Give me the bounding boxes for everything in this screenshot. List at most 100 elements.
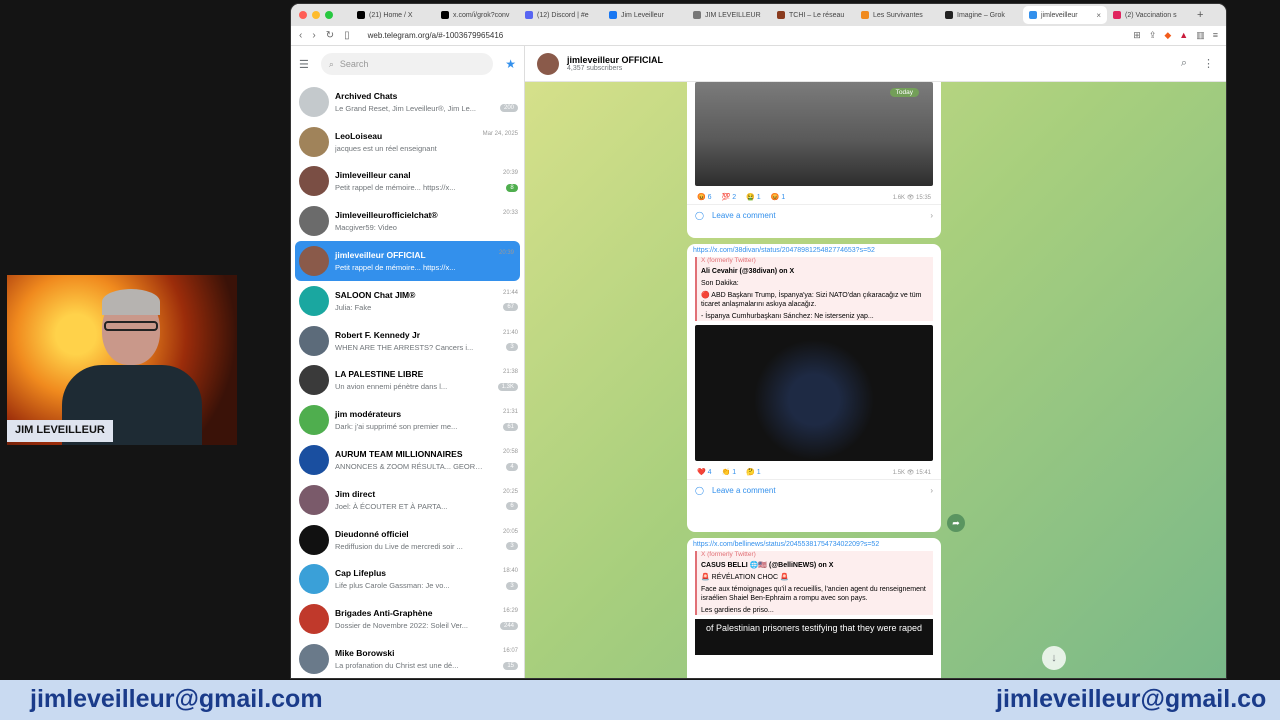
post-meta: 1.5K 👁 15:41 (892, 469, 931, 476)
link-preview[interactable]: X (formerly Twitter) CASUS BELLI 🌐🇺🇸 (@B… (695, 551, 933, 616)
link-preview[interactable]: X (formerly Twitter) Ali Cevahir (@38div… (695, 257, 933, 322)
maximize-window-button[interactable] (325, 11, 333, 19)
leave-comment-button[interactable]: ◯ Leave a comment › (687, 204, 941, 226)
reaction-chip[interactable]: 😡 1 (771, 193, 786, 201)
address-bar: ‹ › ↻ ▯ web.telegram.org/a/#-10036799654… (291, 26, 1226, 46)
reload-icon[interactable]: ↻ (326, 30, 334, 41)
chat-time: 20:39 (498, 250, 514, 257)
share-icon[interactable]: ⇪ (1149, 30, 1157, 41)
reaction-chip[interactable]: 👏 1 (722, 468, 737, 476)
browser-tab[interactable]: (21) Home / X (351, 6, 435, 24)
chat-list-item[interactable]: SALOON Chat JIM® 21:44 Julia: Fake 67 (291, 281, 524, 321)
channel-header[interactable]: jimleveilleur OFFICIAL 4,357 subscribers… (525, 46, 1226, 82)
chat-list-item[interactable]: LeoLoiseau Mar 24, 2025 jacques est un rée… (291, 122, 524, 162)
more-options-icon[interactable]: ⋮ (1203, 57, 1214, 70)
chat-list-item[interactable]: Archived Chats Le Grand Reset, Jim Leveil… (291, 82, 524, 122)
preview-line: 🔴 ABD Başkanı Trump, İspanya'ya: Sizi NA… (701, 292, 922, 309)
sidebar-toggle-icon[interactable]: ▥ (1196, 30, 1205, 41)
minimize-window-button[interactable] (312, 11, 320, 19)
browser-tab[interactable]: JIM LEVEILLEUR (687, 6, 771, 24)
hamburger-menu-icon[interactable]: ☰ (299, 58, 309, 71)
chat-avatar (299, 285, 329, 316)
browser-tab[interactable]: Jim Leveilleur (603, 6, 687, 24)
unread-badge: 4 (506, 462, 518, 471)
browser-tab[interactable]: (2) Vaccination s (1107, 6, 1191, 24)
scroll-down-icon[interactable]: ↓ (1042, 646, 1066, 670)
chat-preview: La profanation du Christ est une dé... (335, 661, 459, 671)
chat-list-item[interactable]: Cap Lifeplus 18:40 Life plus Carole Gassma… (291, 560, 524, 600)
chat-list-item[interactable]: Robert F. Kennedy Jr 21:40 WHEN ARE THE AR… (291, 321, 524, 361)
search-input[interactable]: ⌕ Search (320, 53, 494, 75)
chat-avatar (299, 604, 329, 635)
forward-icon[interactable]: › (312, 30, 315, 41)
comment-label: Leave a comment (711, 486, 776, 496)
menu-icon[interactable]: ≡ (1213, 30, 1218, 41)
close-window-button[interactable] (299, 11, 307, 19)
chat-avatar (299, 166, 329, 197)
chat-name: jimleveilleur OFFICIAL (335, 250, 426, 261)
rewards-icon[interactable]: ▲ (1179, 30, 1188, 41)
chat-list-item[interactable]: Mike Borowski 16:07 La profanation du Chri… (291, 639, 524, 678)
comment-icon: ◯ (695, 211, 704, 220)
post-link[interactable]: https://x.com/bellinews/status/204553817… (687, 538, 941, 548)
browser-tab[interactable]: Les Survivantes (855, 6, 939, 24)
chat-list-item[interactable]: Jimleveilleur canal 20:39 Petit rappel de … (291, 162, 524, 202)
chat-list-item[interactable]: jim modérateurs 21:31 Dark: j'ai supprimé … (291, 400, 524, 440)
chat-avatar (299, 564, 329, 595)
browser-tab[interactable]: jimleveilleur × (1023, 6, 1107, 24)
post-link[interactable]: https://x.com/38divan/status/20478981254… (687, 244, 941, 254)
chat-preview: Dossier de Novembre 2022: Soleil Ver... (335, 621, 468, 631)
leave-comment-button[interactable]: ◯ Leave a comment › (687, 479, 941, 501)
preview-line: Les gardiens de priso... (701, 607, 774, 615)
banner-email-left: jimleveilleur@gmail.com (30, 685, 323, 713)
window-controls (299, 11, 333, 19)
chat-list-item[interactable]: Dieudonné officiel 20:05 Rediffusion du Li… (291, 520, 524, 560)
chat-avatar (299, 445, 329, 476)
reaction-chip[interactable]: 🤮 1 (746, 193, 761, 201)
bookmark-icon[interactable]: ▯ (344, 30, 350, 41)
reaction-chip[interactable]: 😡 6 (697, 193, 712, 201)
close-tab-icon[interactable]: × (1096, 11, 1101, 20)
reaction-chip[interactable]: 💯 2 (722, 193, 737, 201)
post-image-photo[interactable] (695, 325, 933, 462)
browser-tab[interactable]: Imagine – Grok (939, 6, 1023, 24)
forward-icon[interactable]: ➦ (947, 514, 965, 532)
chat-preview: Petit rappel de mémoire... https://x... (335, 263, 456, 273)
chat-time: 20:33 (502, 210, 518, 217)
chat-preview: ANNONCES & ZOOM RÉSULTA... GEORGIO: !!!!… (335, 462, 485, 472)
chat-list-item[interactable]: jimleveilleur OFFICIAL 20:39 Petit rappel … (295, 241, 520, 281)
stream-canvas: (21) Home / X x.com/i/grok?conv (12) Disco… (0, 0, 1280, 720)
url-field[interactable]: web.telegram.org/a/#-1003679965416 (368, 31, 928, 40)
tab-favicon-icon (777, 11, 785, 19)
extensions-icon[interactable]: ⊞ (1133, 30, 1141, 41)
chat-list-item[interactable]: Jimleveilleurofficielchat® 20:33 Macgiver5… (291, 201, 524, 241)
chat-list-item[interactable]: Brigades Anti-Graphène 16:29 Dossier de No… (291, 599, 524, 639)
chat-list-item[interactable]: LA PALESTINE LIBRE 21:38 Un avion ennemi p… (291, 361, 524, 401)
chat-list-item[interactable]: AURUM TEAM MILLIONNAIRES 20:58 ANNONCES & … (291, 440, 524, 480)
browser-tab[interactable]: TCHI – Le réseau (771, 6, 855, 24)
chat-preview: jacques est un réel enseignant (335, 143, 437, 153)
browser-toolbar: ⊞ ⇪ ◆ ▲ ▥ ≡ (1133, 30, 1218, 41)
chat-list-item[interactable]: Jim direct 20:25 Joel: À ÉCOUTER ET À PART… (291, 480, 524, 520)
channel-avatar[interactable] (537, 52, 559, 75)
channel-title: jimleveilleur OFFICIAL (567, 55, 664, 65)
browser-tab[interactable]: (12) Discord | #e (519, 6, 603, 24)
video-thumbnail[interactable]: of Palestinian prisoners testifying that… (695, 619, 933, 656)
post-image-industrial[interactable]: Today (695, 82, 933, 186)
tab-favicon-icon (357, 11, 365, 19)
reaction-chip[interactable]: 🤔 1 (746, 468, 761, 476)
channel-post: https://x.com/bellinews/status/204553817… (687, 538, 941, 678)
favorites-star-icon[interactable]: ★ (505, 57, 516, 71)
search-icon[interactable]: ⌕ (1181, 57, 1187, 70)
brave-shield-icon[interactable]: ◆ (1164, 30, 1171, 41)
browser-tab[interactable]: x.com/i/grok?conv (435, 6, 519, 24)
preview-line: - İspanya Cumhurbaşkanı Sánchez: Ne iste… (701, 313, 874, 321)
tab-favicon-icon (861, 11, 869, 19)
reaction-chip[interactable]: ❤️ 4 (697, 468, 712, 476)
new-tab-button[interactable]: + (1197, 9, 1203, 21)
chat-time: 20:25 (502, 488, 518, 495)
chat-preview: Julia: Fake (335, 302, 372, 312)
chevron-right-icon: › (930, 486, 933, 496)
back-icon[interactable]: ‹ (299, 30, 302, 41)
preview-line: Son Dakika: (701, 280, 739, 288)
